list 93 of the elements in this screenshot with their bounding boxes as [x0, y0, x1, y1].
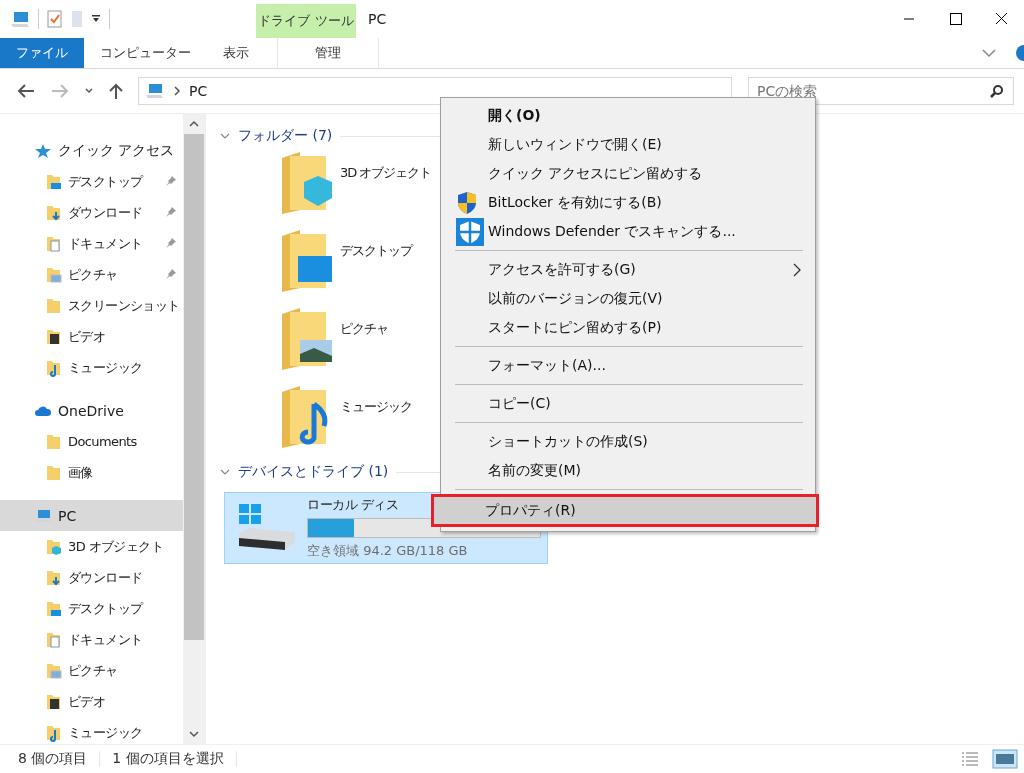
menu-item[interactable]: クイック アクセスにピン留めする — [441, 159, 815, 188]
pin-icon — [165, 268, 177, 280]
folder-document-icon — [46, 630, 62, 649]
folder-download-icon — [46, 203, 62, 222]
folder-name: ミュージック — [340, 398, 412, 416]
menu-item[interactable]: プロパティ(R) — [431, 494, 819, 527]
search-field[interactable]: PCの検索 — [748, 77, 1014, 105]
scroll-up-icon[interactable] — [189, 120, 199, 128]
folder-picture-icon — [46, 661, 62, 680]
collapse-icon[interactable] — [220, 468, 230, 476]
menu-item[interactable]: フォーマット(A)... — [441, 351, 815, 380]
scroll-down-icon[interactable] — [189, 730, 199, 738]
pin-icon — [165, 206, 177, 218]
nav-item[interactable]: ビデオ — [0, 686, 183, 717]
nav-item[interactable]: ビデオ — [0, 321, 183, 352]
folder-document-icon — [46, 234, 62, 253]
drive-name: ローカル ディス — [307, 496, 399, 514]
large-icons-view-icon[interactable] — [992, 749, 1018, 769]
nav-item[interactable]: PC — [0, 500, 183, 531]
folder-name: デスクトップ — [340, 242, 412, 260]
folder-desktop-icon — [46, 172, 62, 191]
shield-icon — [456, 217, 484, 246]
folder-name: ピクチャ — [340, 320, 388, 338]
pin-icon — [165, 237, 177, 249]
nav-item[interactable]: OneDrive — [0, 395, 183, 426]
nav-item[interactable]: クイック アクセス — [0, 135, 183, 166]
address-path: PC — [189, 83, 208, 99]
file-tab[interactable]: ファイル — [0, 38, 84, 68]
computer-icon — [145, 83, 165, 99]
back-icon[interactable] — [16, 83, 36, 99]
nav-item[interactable]: スクリーンショット — [0, 290, 183, 321]
folder-desktop-icon — [46, 599, 62, 618]
shield-icon — [456, 190, 478, 215]
folder-name: 3D オブジェクト — [340, 164, 432, 182]
folder-icon — [46, 432, 62, 451]
nav-item[interactable]: デスクトップ — [0, 166, 183, 197]
menu-item[interactable]: BitLocker を有効にする(B) — [441, 188, 815, 217]
group-header[interactable]: デバイスとドライブ (1) — [238, 463, 389, 481]
chevron-down-icon[interactable] — [982, 48, 996, 58]
menu-item[interactable]: 新しいウィンドウで開く(E) — [441, 130, 815, 159]
search-icon — [990, 84, 1004, 98]
forward-icon[interactable] — [50, 83, 70, 99]
computer-icon[interactable] — [10, 10, 30, 28]
details-view-icon[interactable] — [960, 751, 980, 767]
menu-item[interactable]: コピー(C) — [441, 389, 815, 418]
up-icon[interactable] — [108, 82, 124, 100]
folder-video-icon — [46, 327, 62, 346]
nav-item[interactable]: 3D オブジェクト — [0, 531, 183, 562]
nav-item[interactable]: ピクチャ — [0, 259, 183, 290]
folder-cube-icon — [46, 537, 62, 556]
nav-item[interactable]: ドキュメント — [0, 624, 183, 655]
menu-item[interactable]: Windows Defender でスキャンする... — [441, 217, 815, 246]
free-space-text: 空き領域 94.2 GB/118 GB — [307, 542, 468, 560]
chevron-right-icon — [173, 86, 181, 96]
checklist-icon[interactable] — [47, 10, 63, 28]
nav-item[interactable]: Documents — [0, 426, 183, 457]
folder-icon — [46, 296, 62, 315]
drive-tools-label: ドライブ ツール — [256, 4, 356, 38]
selection-count: 1 個の項目を選択 — [112, 750, 224, 768]
nav-item[interactable]: ミュージック — [0, 717, 183, 744]
folder-music-icon — [46, 358, 62, 377]
nav-item[interactable]: ミュージック — [0, 352, 183, 383]
scrollbar[interactable] — [183, 114, 205, 744]
nav-item[interactable]: ダウンロード — [0, 197, 183, 228]
star-icon — [34, 142, 52, 159]
scrollbar-thumb[interactable] — [184, 134, 204, 640]
folder-download-icon — [46, 568, 62, 587]
folder-picture-icon — [46, 265, 62, 284]
menu-item[interactable]: スタートにピン留めする(P) — [441, 313, 815, 342]
nav-item[interactable]: ピクチャ — [0, 655, 183, 686]
window-title: PC — [367, 10, 388, 29]
menu-item[interactable]: 以前のバージョンの復元(V) — [441, 284, 815, 313]
nav-item[interactable]: ドキュメント — [0, 228, 183, 259]
pin-icon — [165, 175, 177, 187]
collapse-icon[interactable] — [220, 132, 230, 140]
ribbon-tab[interactable]: 管理 — [277, 38, 379, 68]
nav-item[interactable]: 画像 — [0, 457, 183, 488]
menu-item[interactable]: 名前の変更(M) — [441, 456, 815, 485]
item-count: 8 個の項目 — [18, 750, 88, 768]
nav-item[interactable]: デスクトップ — [0, 593, 183, 624]
recent-dropdown-icon[interactable] — [84, 87, 94, 95]
menu-item[interactable]: アクセスを許可する(G) — [441, 255, 815, 284]
menu-item[interactable]: ショートカットの作成(S) — [441, 427, 815, 456]
folder-icon — [46, 463, 62, 482]
dropdown-icon[interactable] — [91, 14, 101, 24]
cloud-icon — [34, 404, 52, 417]
ribbon-tab[interactable]: コンピューター — [84, 38, 207, 68]
folder-music-icon — [46, 723, 62, 742]
group-header[interactable]: フォルダー (7) — [238, 127, 333, 145]
folder-video-icon — [46, 692, 62, 711]
ribbon-tab[interactable]: 表示 — [207, 38, 265, 68]
computer-icon — [34, 508, 52, 523]
nav-item[interactable]: ダウンロード — [0, 562, 183, 593]
